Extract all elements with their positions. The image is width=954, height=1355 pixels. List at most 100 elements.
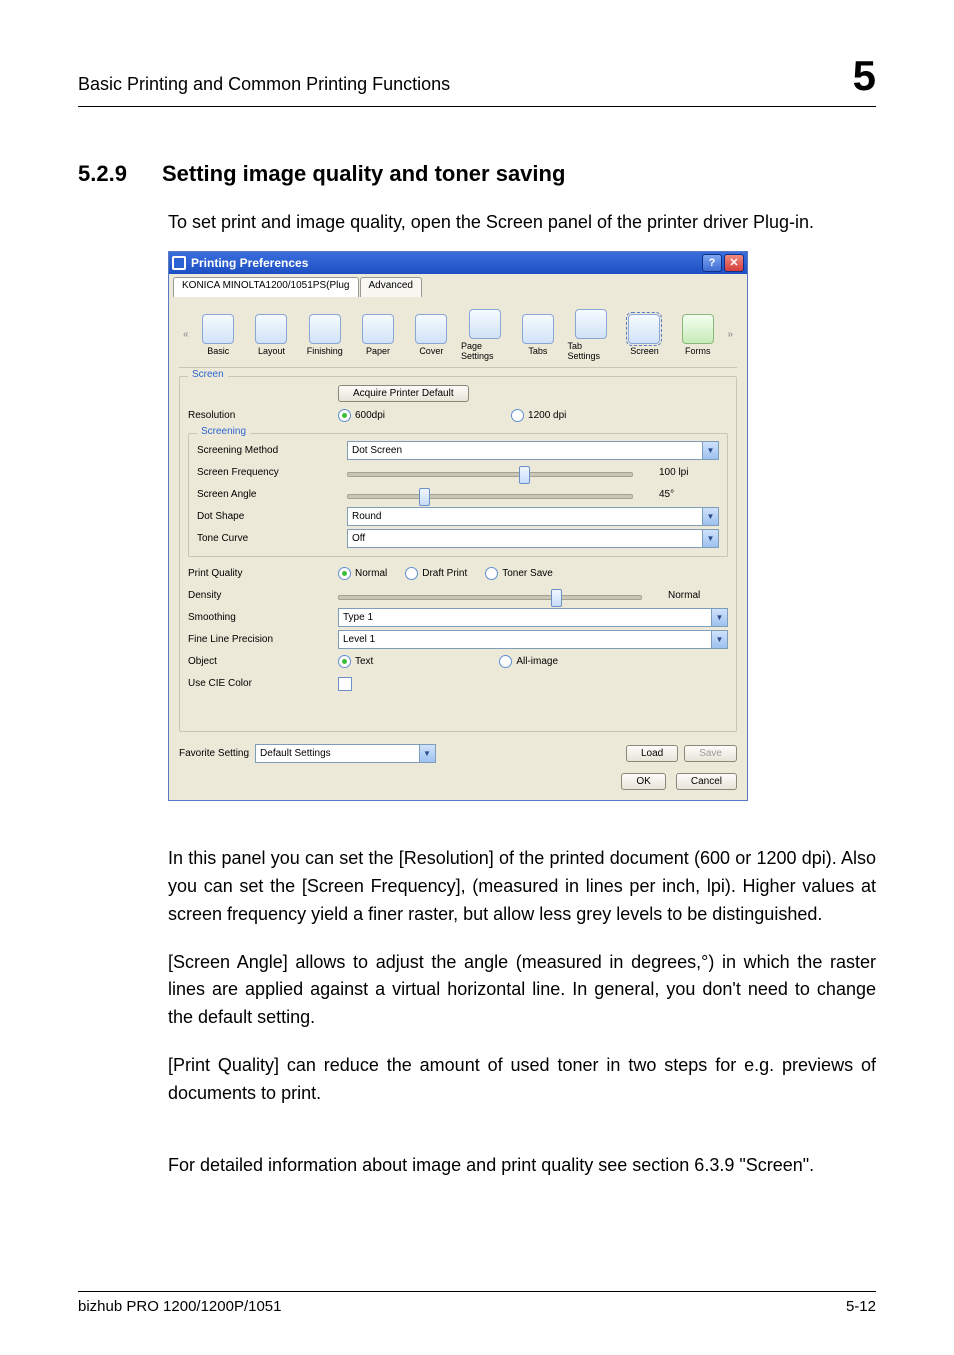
- scroll-right-icon[interactable]: »: [727, 329, 733, 340]
- label-dot-shape: Dot Shape: [197, 511, 347, 522]
- radio-pq-draft[interactable]: Draft Print: [405, 567, 467, 580]
- footer-left: bizhub PRO 1200/1200P/1051: [78, 1298, 282, 1315]
- label-resolution: Resolution: [188, 410, 338, 421]
- chevron-down-icon: ▼: [711, 609, 727, 626]
- tool-forms-label: Forms: [685, 346, 711, 356]
- dropdown-value: Round: [348, 511, 702, 522]
- tool-cover-icon[interactable]: [415, 314, 447, 344]
- app-icon: [172, 256, 186, 270]
- label-tone-curve: Tone Curve: [197, 533, 347, 544]
- label-favorite-setting: Favorite Setting: [179, 748, 249, 759]
- value-screen-frequency: 100 lpi: [651, 467, 719, 478]
- paragraph-intro: To set print and image quality, open the…: [168, 209, 876, 237]
- tool-page-settings-icon[interactable]: [469, 309, 501, 339]
- load-button[interactable]: Load: [626, 745, 678, 762]
- tool-tab-settings-icon[interactable]: [575, 309, 607, 339]
- titlebar: Printing Preferences ? ✕: [169, 252, 747, 274]
- slider-screen-angle[interactable]: [347, 487, 633, 503]
- chevron-down-icon: ▼: [419, 745, 435, 762]
- label-screen-angle: Screen Angle: [197, 489, 347, 500]
- dropdown-smoothing[interactable]: Type 1▼: [338, 608, 728, 627]
- label-print-quality: Print Quality: [188, 568, 338, 579]
- tool-tabs-label: Tabs: [528, 346, 547, 356]
- dropdown-value: Off: [348, 533, 702, 544]
- label-cie-color: Use CIE Color: [188, 678, 338, 689]
- label-density: Density: [188, 590, 338, 601]
- tool-page-settings-label: Page Settings: [461, 341, 508, 361]
- tool-forms-icon[interactable]: [682, 314, 714, 344]
- section-title: Setting image quality and toner saving: [162, 161, 565, 187]
- tool-finishing-icon[interactable]: [309, 314, 341, 344]
- close-button[interactable]: ✕: [724, 254, 744, 272]
- radio-600dpi-label: 600dpi: [355, 410, 385, 421]
- slider-density[interactable]: [338, 588, 642, 604]
- label-smoothing: Smoothing: [188, 612, 338, 623]
- dropdown-tone-curve[interactable]: Off▼: [347, 529, 719, 548]
- tool-finishing-label: Finishing: [307, 346, 343, 356]
- dropdown-value: Default Settings: [256, 748, 418, 759]
- slider-screen-frequency[interactable]: [347, 465, 633, 481]
- dropdown-fine-line[interactable]: Level 1▼: [338, 630, 728, 649]
- radio-600dpi[interactable]: 600dpi: [338, 409, 385, 422]
- help-button[interactable]: ?: [702, 254, 722, 272]
- section-number: 5.2.9: [78, 161, 138, 187]
- footer-right: 5-12: [846, 1298, 876, 1315]
- paragraph-4: For detailed information about image and…: [168, 1152, 876, 1180]
- chapter-number: 5: [853, 52, 876, 100]
- paragraph-2: [Screen Angle] allows to adjust the angl…: [168, 949, 876, 1033]
- tool-basic-icon[interactable]: [202, 314, 234, 344]
- dropdown-value: Type 1: [339, 612, 711, 623]
- tool-tab-settings-label: Tab Settings: [568, 341, 615, 361]
- radio-label: All-image: [516, 656, 558, 667]
- tool-cover-label: Cover: [419, 346, 443, 356]
- label-screening-method: Screening Method: [197, 445, 347, 456]
- window-title: Printing Preferences: [191, 256, 308, 270]
- radio-label: Normal: [355, 568, 387, 579]
- tool-screen-label: Screen: [630, 346, 659, 356]
- radio-object-text[interactable]: Text: [338, 655, 373, 668]
- paragraph-3: [Print Quality] can reduce the amount of…: [168, 1052, 876, 1108]
- page-header: Basic Printing and Common Printing Funct…: [78, 74, 450, 95]
- tool-paper-label: Paper: [366, 346, 390, 356]
- ok-button[interactable]: OK: [621, 773, 665, 790]
- value-density: Normal: [660, 590, 728, 601]
- dropdown-value: Dot Screen: [348, 445, 702, 456]
- dropdown-value: Level 1: [339, 634, 711, 645]
- save-button[interactable]: Save: [684, 745, 737, 762]
- chevron-down-icon: ▼: [702, 530, 718, 547]
- printing-preferences-dialog: Printing Preferences ? ✕ KONICA MINOLTA1…: [168, 251, 748, 801]
- tool-layout-label: Layout: [258, 346, 285, 356]
- tab-driver[interactable]: KONICA MINOLTA1200/1051PS(Plug: [173, 277, 359, 297]
- radio-label: Toner Save: [502, 568, 553, 579]
- dropdown-favorite-setting[interactable]: Default Settings▼: [255, 744, 435, 763]
- radio-pq-normal[interactable]: Normal: [338, 567, 387, 580]
- radio-object-all[interactable]: All-image: [499, 655, 558, 668]
- radio-pq-toner[interactable]: Toner Save: [485, 567, 553, 580]
- dropdown-screening-method[interactable]: Dot Screen▼: [347, 441, 719, 460]
- radio-label: Draft Print: [422, 568, 467, 579]
- value-screen-angle: 45°: [651, 489, 719, 500]
- chevron-down-icon: ▼: [702, 442, 718, 459]
- checkbox-cie-color[interactable]: [338, 677, 352, 691]
- scroll-left-icon[interactable]: «: [183, 329, 189, 340]
- chevron-down-icon: ▼: [702, 508, 718, 525]
- acquire-default-button[interactable]: Acquire Printer Default: [338, 385, 469, 402]
- cancel-button[interactable]: Cancel: [676, 773, 737, 790]
- tool-tabs-icon[interactable]: [522, 314, 554, 344]
- tool-paper-icon[interactable]: [362, 314, 394, 344]
- tool-screen-icon[interactable]: [628, 314, 660, 344]
- dropdown-dot-shape[interactable]: Round▼: [347, 507, 719, 526]
- group-screen-title: Screen: [188, 369, 228, 380]
- label-object: Object: [188, 656, 338, 667]
- label-screen-frequency: Screen Frequency: [197, 467, 347, 478]
- tool-layout-icon[interactable]: [255, 314, 287, 344]
- paragraph-1: In this panel you can set the [Resolutio…: [168, 845, 876, 929]
- chevron-down-icon: ▼: [711, 631, 727, 648]
- tool-basic-label: Basic: [207, 346, 229, 356]
- group-screening-title: Screening: [197, 426, 250, 437]
- radio-label: Text: [355, 656, 373, 667]
- tab-advanced[interactable]: Advanced: [360, 277, 422, 297]
- label-fine-line: Fine Line Precision: [188, 634, 338, 645]
- radio-1200dpi-label: 1200 dpi: [528, 410, 566, 421]
- radio-1200dpi[interactable]: 1200 dpi: [511, 409, 566, 422]
